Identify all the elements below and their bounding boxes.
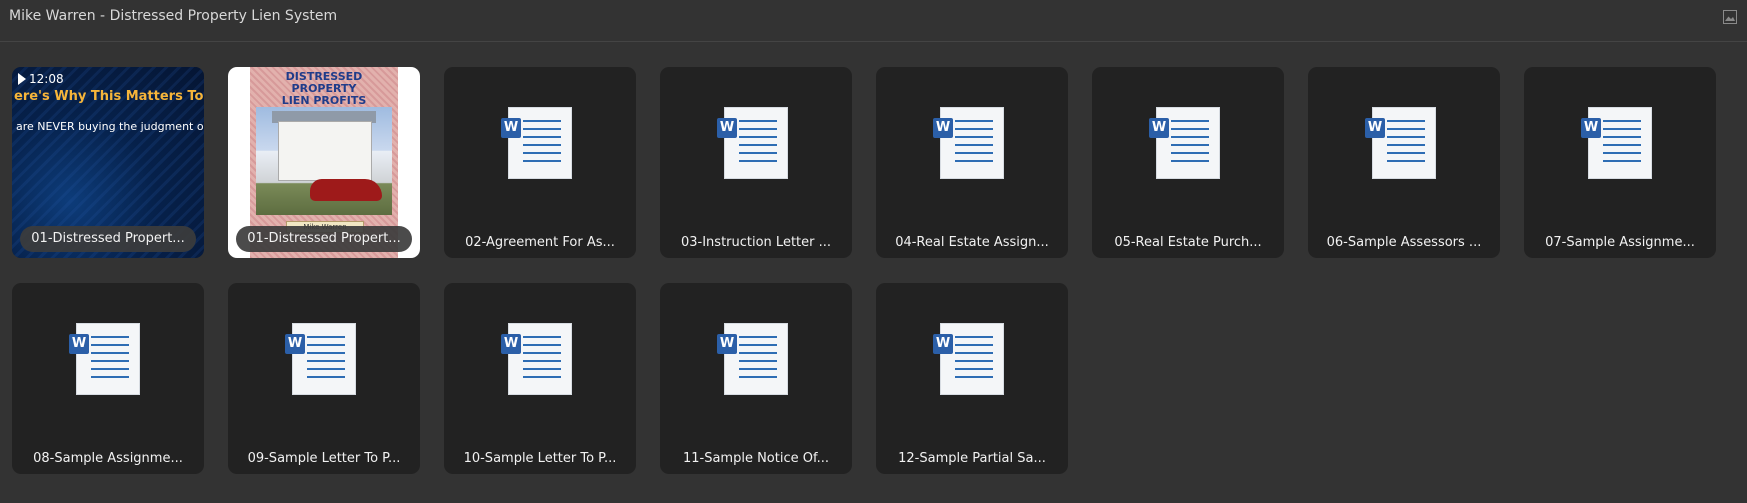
word-document-icon: W (933, 323, 1004, 395)
word-badge-icon: W (717, 334, 737, 354)
file-label: 06-Sample Assessors ... (1326, 235, 1482, 250)
word-badge-icon: W (1581, 118, 1601, 138)
document-tile[interactable]: W 09-Sample Letter To P... (228, 283, 420, 474)
document-tile[interactable]: W 10-Sample Letter To P... (444, 283, 636, 474)
word-document-icon: W (501, 323, 572, 395)
book-cover-photo (256, 107, 392, 215)
file-label: 12-Sample Partial Sa... (898, 451, 1046, 466)
word-document-icon: W (717, 107, 788, 179)
file-label: 02-Agreement For As... (465, 235, 615, 250)
word-badge-icon: W (501, 334, 521, 354)
book-title-line: LIEN PROFITS (281, 94, 367, 107)
house-image (278, 121, 372, 181)
image-icon[interactable] (1723, 10, 1737, 24)
video-heading-text: ere's Why This Matters To Y (14, 89, 204, 104)
play-icon (18, 73, 26, 85)
word-badge-icon: W (285, 334, 305, 354)
word-document-icon: W (285, 323, 356, 395)
car-image (310, 179, 382, 201)
word-document-icon: W (933, 107, 1004, 179)
word-document-icon: W (717, 323, 788, 395)
word-document-icon: W (69, 323, 140, 395)
file-label: 01-Distressed Propert... (20, 226, 196, 252)
word-document-icon: W (1149, 107, 1220, 179)
document-tile[interactable]: W 02-Agreement For As... (444, 67, 636, 258)
video-tile[interactable]: 12:08 ere's Why This Matters To Y are NE… (12, 67, 204, 258)
word-badge-icon: W (501, 118, 521, 138)
word-document-icon: W (1581, 107, 1652, 179)
document-tile[interactable]: W 11-Sample Notice Of... (660, 283, 852, 474)
file-label: 04-Real Estate Assign... (895, 235, 1049, 250)
duration-text: 12:08 (29, 72, 64, 86)
document-tile[interactable]: W 03-Instruction Letter ... (660, 67, 852, 258)
word-badge-icon: W (1149, 118, 1169, 138)
video-duration: 12:08 (18, 72, 64, 86)
document-tile[interactable]: W 08-Sample Assignme... (12, 283, 204, 474)
file-label: 08-Sample Assignme... (33, 451, 183, 466)
document-tile[interactable]: W 05-Real Estate Purch... (1092, 67, 1284, 258)
file-label: 10-Sample Letter To P... (463, 451, 617, 466)
document-tile[interactable]: W 07-Sample Assignme... (1524, 67, 1716, 258)
word-badge-icon: W (933, 118, 953, 138)
file-label: 05-Real Estate Purch... (1114, 235, 1262, 250)
file-label: 09-Sample Letter To P... (247, 451, 401, 466)
word-document-icon: W (501, 107, 572, 179)
word-badge-icon: W (717, 118, 737, 138)
title-bar: Mike Warren - Distressed Property Lien S… (0, 0, 1747, 42)
file-label: 03-Instruction Letter ... (680, 235, 832, 250)
word-badge-icon: W (1365, 118, 1385, 138)
file-label: 01-Distressed Propert... (236, 226, 412, 252)
word-document-icon: W (1365, 107, 1436, 179)
file-label: 11-Sample Notice Of... (682, 451, 830, 466)
ebook-tile[interactable]: DISTRESSED PROPERTY LIEN PROFITS Mike Wa… (228, 67, 420, 258)
word-badge-icon: W (69, 334, 89, 354)
file-label: 07-Sample Assignme... (1545, 235, 1695, 250)
document-tile[interactable]: W 06-Sample Assessors ... (1308, 67, 1500, 258)
video-subtext: are NEVER buying the judgment or (16, 120, 204, 133)
document-tile[interactable]: W 04-Real Estate Assign... (876, 67, 1068, 258)
word-badge-icon: W (933, 334, 953, 354)
window-title: Mike Warren - Distressed Property Lien S… (9, 8, 338, 24)
book-cover-title: DISTRESSED PROPERTY LIEN PROFITS (250, 71, 398, 107)
document-tile[interactable]: W 12-Sample Partial Sa... (876, 283, 1068, 474)
